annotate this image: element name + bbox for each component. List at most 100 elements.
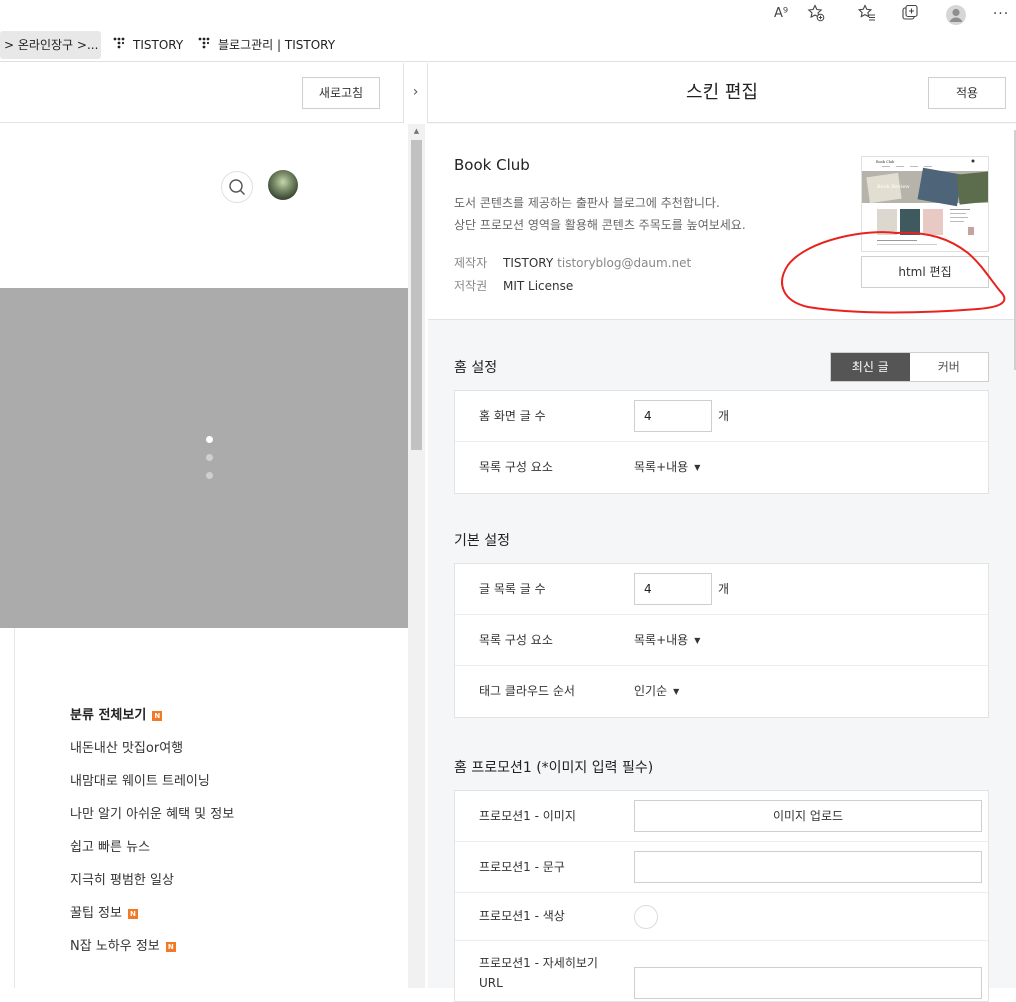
tag-order-label: 태그 클라우드 순서 <box>479 684 575 698</box>
skin-editor-header: 스킨 편집 적용 <box>428 63 1016 123</box>
bookmark-blog-admin[interactable]: 블로그관리 | TISTORY <box>194 31 339 59</box>
category-label: 나만 알기 아쉬운 혜택 및 정보 <box>70 807 235 822</box>
preview-scrollbar[interactable]: ▲ <box>408 124 425 988</box>
promo-color-label: 프로모션1 - 색상 <box>479 909 565 923</box>
list-count-label: 글 목록 글 수 <box>479 582 546 596</box>
promo-text-label: 프로모션1 - 문구 <box>479 860 565 874</box>
basic-settings-box: 글 목록 글 수 4 개 목록 구성 요소 목록+내용 ▼ 태그 클라우드 순서 … <box>454 563 989 718</box>
new-badge: N <box>165 942 176 952</box>
category-item[interactable]: 내돈내산 맛집or여행 <box>70 739 234 772</box>
read-aloud-icon[interactable]: A⁹ <box>771 4 791 24</box>
category-item[interactable]: 나만 알기 아쉬운 혜택 및 정보 <box>70 805 234 838</box>
slider-dot-3[interactable] <box>206 472 213 479</box>
scrollbar-thumb[interactable] <box>411 140 422 450</box>
category-item[interactable]: N잡 노하우 정보 N <box>70 937 234 970</box>
preview-pane: 새로고침 분류 전체보기 N 내돈내산 맛집or여행 내맘대로 웨이트 트레이닝 … <box>0 63 408 988</box>
license-row: 저작권 MIT License <box>454 277 573 294</box>
promo-url-input[interactable] <box>634 967 982 999</box>
category-list: 분류 전체보기 N 내돈내산 맛집or여행 내맘대로 웨이트 트레이닝 나만 알기… <box>70 706 234 970</box>
category-label: 쉽고 빠른 뉴스 <box>70 840 151 855</box>
license-value: MIT License <box>503 279 574 293</box>
category-label: 내맘대로 웨이트 트레이닝 <box>70 774 210 789</box>
tag-order-select[interactable]: 인기순 ▼ <box>634 666 679 717</box>
caret-down-icon: ▼ <box>694 636 701 645</box>
avatar[interactable] <box>268 170 298 200</box>
more-icon[interactable]: ··· <box>991 4 1011 24</box>
bookmark-online-janggu[interactable]: > 온라인장구 >... <box>0 31 101 59</box>
promo-image-label: 프로모션1 - 이미지 <box>479 809 576 823</box>
bookmark-label: TISTORY <box>133 38 184 52</box>
category-item[interactable]: 꿀팁 정보 N <box>70 904 234 937</box>
promo-url-label: 프로모션1 - 자세히보기 URL <box>479 953 598 993</box>
author-email: tistoryblog@daum.net <box>557 256 692 270</box>
home-settings-title: 홈 설정 <box>454 360 498 376</box>
tab-latest[interactable]: 최신 글 <box>831 353 910 381</box>
category-item[interactable]: 분류 전체보기 N <box>70 706 234 739</box>
skin-description: 도서 콘텐츠를 제공하는 출판사 블로그에 추천합니다. 상단 프로모션 영역을… <box>454 192 746 236</box>
license-key: 저작권 <box>454 279 488 293</box>
home-count-unit: 개 <box>718 409 730 423</box>
promotion-title: 홈 프로모션1 (*이미지 입력 필수) <box>454 760 654 776</box>
list-compose-select[interactable]: 목록+내용 ▼ <box>634 615 700 666</box>
thumbnail-caption: Book Review <box>877 184 910 190</box>
list-compose-value: 목록+내용 <box>634 633 689 647</box>
home-compose-row: 목록 구성 요소 목록+내용 ▼ <box>455 442 988 493</box>
promo-url-label-line: 프로모션1 - 자세히보기 <box>479 956 598 970</box>
search-icon[interactable] <box>221 171 253 203</box>
category-label: 분류 전체보기 <box>70 708 147 723</box>
promo-color-row: 프로모션1 - 색상 <box>455 893 988 941</box>
browser-toolbar: A⁹ ··· <box>0 0 1016 28</box>
caret-down-icon: ▼ <box>694 463 701 472</box>
home-count-input[interactable]: 4 <box>634 400 712 432</box>
content-divider <box>14 628 15 988</box>
add-favorite-icon[interactable] <box>806 4 826 24</box>
profile-icon[interactable] <box>945 4 966 25</box>
new-badge: N <box>127 909 138 919</box>
caret-down-icon: ▼ <box>673 687 680 696</box>
slider-dot-1[interactable] <box>206 436 213 443</box>
skin-thumbnail: Book Club Book Review <box>861 156 989 252</box>
new-badge: N <box>152 711 163 721</box>
image-upload-button[interactable]: 이미지 업로드 <box>634 800 982 832</box>
list-compose-label: 목록 구성 요소 <box>479 633 553 647</box>
html-edit-button[interactable]: html 편집 <box>861 256 989 288</box>
skin-desc-line: 상단 프로모션 영역을 활용해 콘텐츠 주목도를 높여보세요. <box>454 218 746 232</box>
author-name: TISTORY <box>503 256 554 270</box>
tag-order-row: 태그 클라우드 순서 인기순 ▼ <box>455 666 988 717</box>
bookmark-label: > 온라인장구 >... <box>4 38 99 52</box>
preview-header: 새로고침 <box>0 63 408 123</box>
promotion-box: 프로모션1 - 이미지 이미지 업로드 프로모션1 - 문구 프로모션1 - 색… <box>454 790 989 1002</box>
category-label: 지극히 평범한 일상 <box>70 873 174 888</box>
category-label: 꿀팁 정보 <box>70 906 122 921</box>
category-label: N잡 노하우 정보 <box>70 939 160 954</box>
collections-icon[interactable] <box>900 4 920 24</box>
list-count-row: 글 목록 글 수 4 개 <box>455 564 988 615</box>
tab-cover[interactable]: 커버 <box>910 353 989 381</box>
bookmark-tistory[interactable]: TISTORY <box>109 31 187 59</box>
list-count-input[interactable]: 4 <box>634 573 712 605</box>
category-item[interactable]: 내맘대로 웨이트 트레이닝 <box>70 772 234 805</box>
favorites-icon[interactable] <box>857 4 877 24</box>
apply-button[interactable]: 적용 <box>928 77 1006 109</box>
scroll-up-icon[interactable]: ▲ <box>408 124 425 138</box>
chevron-right-icon: › <box>412 84 419 100</box>
promo-text-input[interactable] <box>634 851 982 883</box>
color-picker[interactable] <box>634 905 658 929</box>
blog-preview: 분류 전체보기 N 내돈내산 맛집or여행 내맘대로 웨이트 트레이닝 나만 알기… <box>0 124 408 988</box>
skin-name: Book Club <box>454 156 530 174</box>
hero-slider <box>0 288 408 628</box>
skin-desc-line: 도서 콘텐츠를 제공하는 출판사 블로그에 추천합니다. <box>454 196 720 210</box>
home-compose-value: 목록+내용 <box>634 460 689 474</box>
category-item[interactable]: 지극히 평범한 일상 <box>70 871 234 904</box>
category-item[interactable]: 쉽고 빠른 뉴스 <box>70 838 234 871</box>
svg-text:Book Club: Book Club <box>876 160 895 164</box>
collapse-panel-button[interactable]: › <box>403 63 428 123</box>
slider-dot-2[interactable] <box>206 454 213 461</box>
home-count-label: 홈 화면 글 수 <box>479 409 546 423</box>
home-count-row: 홈 화면 글 수 4 개 <box>455 391 988 442</box>
refresh-button[interactable]: 새로고침 <box>302 77 380 109</box>
home-compose-select[interactable]: 목록+내용 ▼ <box>634 442 700 493</box>
promo-image-row: 프로모션1 - 이미지 이미지 업로드 <box>455 791 988 842</box>
tistory-logo-icon <box>113 32 127 60</box>
bookmark-label: 블로그관리 | TISTORY <box>218 38 336 52</box>
